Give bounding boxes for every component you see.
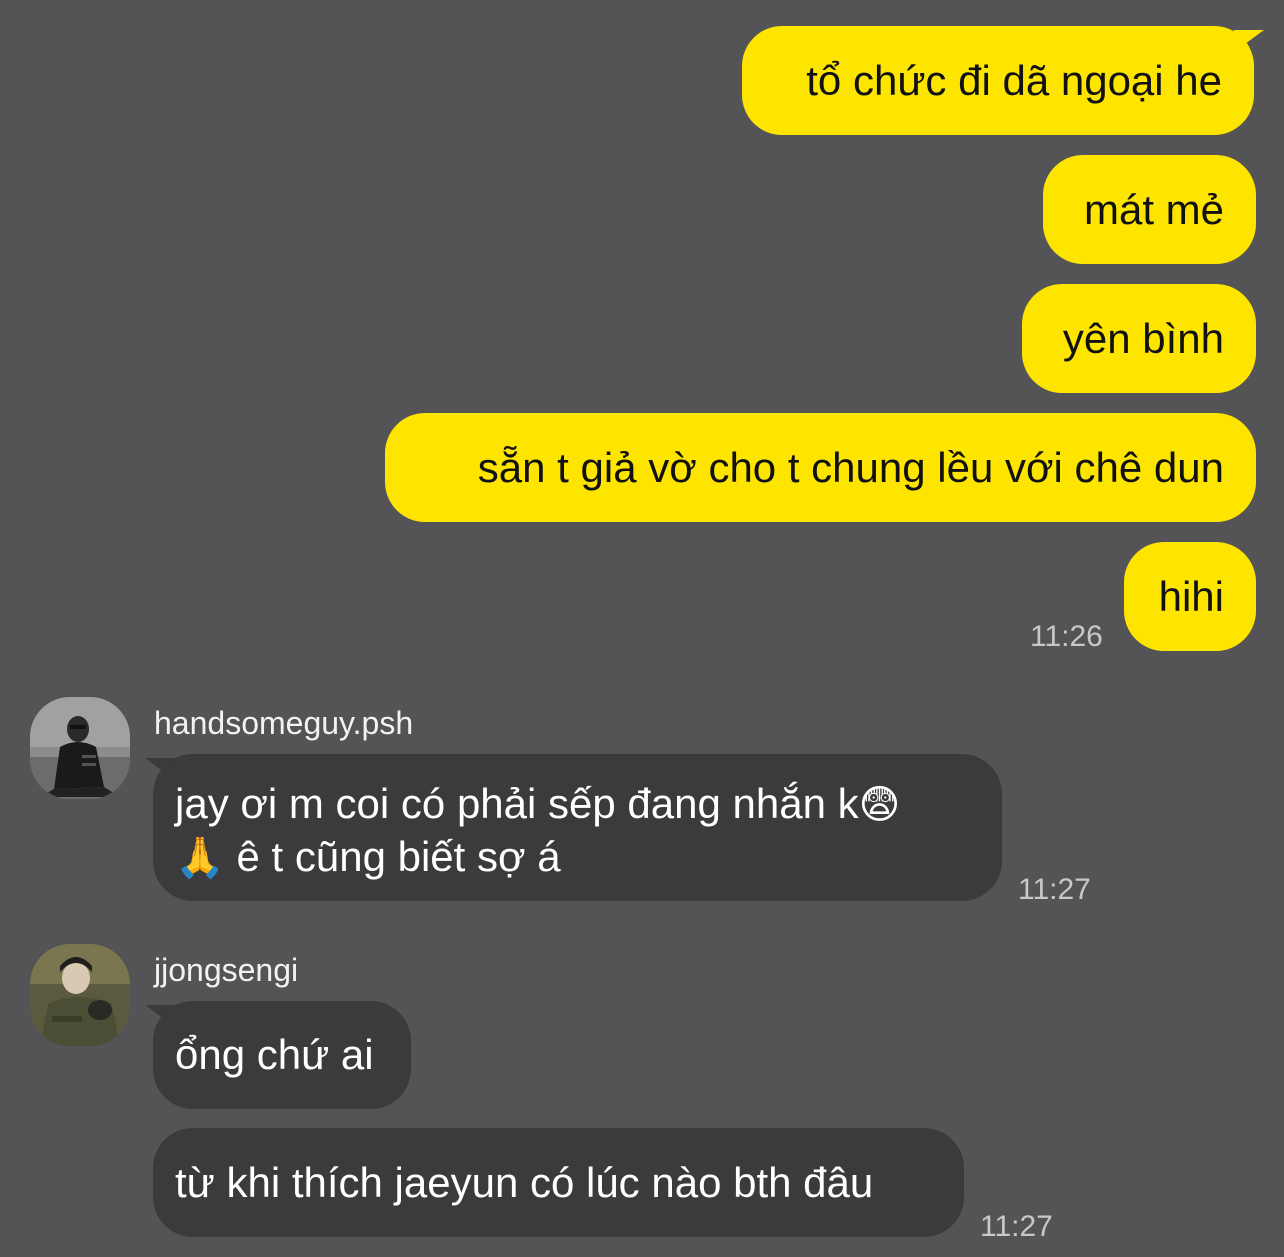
- message-timestamp: 11:27: [1018, 873, 1091, 906]
- message-text: sẵn t giả vờ cho t chung lều với chê dun: [477, 443, 1224, 491]
- incoming-message[interactable]: từ khi thích jaeyun có lúc nào bth đâu: [153, 1128, 964, 1237]
- message-text: mát mẻ: [1083, 185, 1224, 233]
- outgoing-message[interactable]: tổ chức đi dã ngoại he: [742, 26, 1254, 135]
- message-text: ê t cũng biết sợ á: [224, 833, 561, 880]
- outgoing-message[interactable]: sẵn t giả vờ cho t chung lều với chê dun: [385, 413, 1256, 522]
- outgoing-message[interactable]: mát mẻ: [1043, 155, 1256, 264]
- outgoing-message[interactable]: hihi: [1124, 542, 1256, 651]
- message-text: ổng chứ ai: [175, 1031, 374, 1078]
- message-line: 🙏 ê t cũng biết sợ á: [175, 831, 980, 884]
- sender-name: jjongsengi: [154, 952, 299, 988]
- avatar-jjongsengi[interactable]: [30, 944, 130, 1046]
- incoming-message[interactable]: ổng chứ ai: [153, 1001, 411, 1109]
- outgoing-message[interactable]: yên bình: [1022, 284, 1256, 393]
- bubble-tail: [1234, 30, 1264, 52]
- message-timestamp: 11:27: [980, 1210, 1053, 1243]
- message-text: từ khi thích jaeyun có lúc nào bth đâu: [175, 1158, 874, 1206]
- chat-view: tổ chức đi dã ngoại he mát mẻ yên bình s…: [0, 0, 1284, 1257]
- fearful-face-icon: 😨: [858, 782, 901, 828]
- sender-name: handsomeguy.psh: [154, 705, 414, 741]
- avatar-handsomeguy[interactable]: [30, 697, 130, 799]
- message-timestamp: 11:26: [1030, 620, 1103, 653]
- avatar-icon: [30, 944, 130, 1046]
- message-text: hihi: [1158, 572, 1224, 620]
- praying-hands-icon: 🙏: [175, 835, 225, 881]
- message-text: jay ơi m coi có phải sếp đang nhắn k: [175, 780, 859, 827]
- message-text: tổ chức đi dã ngoại he: [806, 56, 1222, 104]
- message-line: jay ơi m coi có phải sếp đang nhắn k😨: [175, 778, 980, 831]
- message-text: yên bình: [1062, 314, 1224, 362]
- incoming-message[interactable]: jay ơi m coi có phải sếp đang nhắn k😨 🙏 …: [153, 754, 1002, 901]
- avatar-icon: [30, 697, 130, 799]
